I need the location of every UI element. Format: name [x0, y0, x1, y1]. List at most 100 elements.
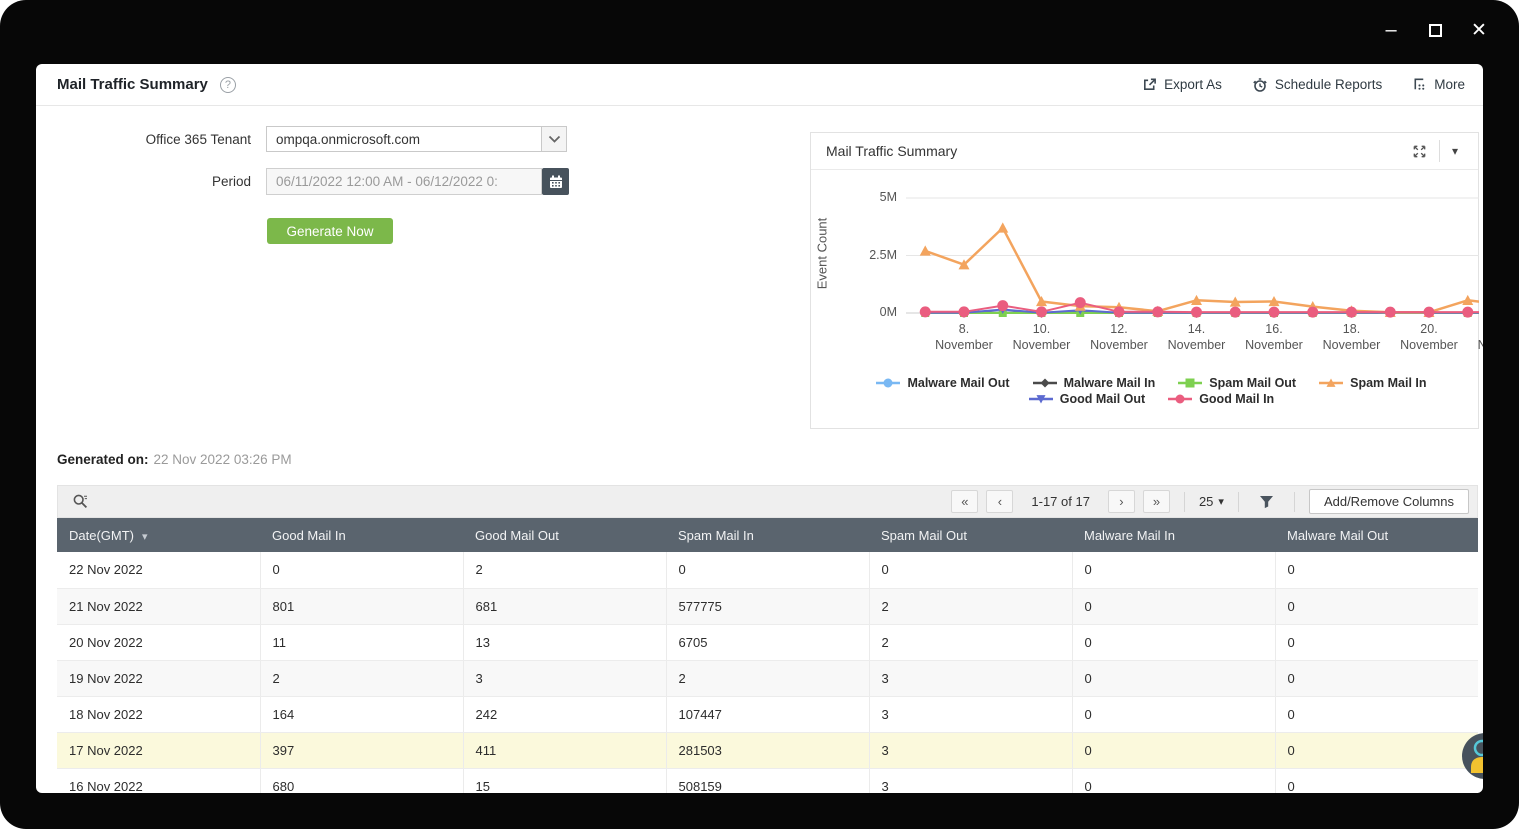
- x-axis-label: 20.November: [1387, 321, 1471, 353]
- line-chart[interactable]: [906, 190, 1479, 325]
- table-row[interactable]: 18 Nov 2022164242107447300: [57, 696, 1478, 732]
- close-button[interactable]: ✕: [1467, 18, 1491, 42]
- sort-caret-icon: ▾: [142, 531, 148, 543]
- table-cell: 16 Nov 2022: [57, 768, 260, 793]
- table-row[interactable]: 19 Nov 2022232300: [57, 660, 1478, 696]
- column-header[interactable]: Spam Mail In: [666, 518, 869, 552]
- chart-legend: Malware Mail Out Malware Mail In Spam Ma…: [851, 376, 1451, 406]
- table-row[interactable]: 17 Nov 2022397411281503300: [57, 732, 1478, 768]
- table-cell: 107447: [666, 696, 869, 732]
- report-header: Mail Traffic Summary ? Export As Schedul…: [36, 64, 1483, 106]
- legend-item[interactable]: Good Mail Out: [1028, 392, 1145, 406]
- table-cell: 0: [1072, 732, 1275, 768]
- legend-item[interactable]: Malware Mail Out: [875, 376, 1009, 390]
- period-label: Period: [91, 174, 251, 189]
- expand-icon: [1412, 144, 1427, 159]
- more-button[interactable]: More: [1412, 77, 1465, 92]
- table-cell: 0: [1275, 660, 1478, 696]
- generated-on-value: 22 Nov 2022 03:26 PM: [154, 452, 292, 467]
- export-icon: [1142, 77, 1157, 92]
- legend-label: Malware Mail In: [1064, 376, 1156, 390]
- period-input[interactable]: 06/11/2022 12:00 AM - 06/12/2022 0:: [266, 168, 542, 195]
- pagination-next-button[interactable]: ›: [1108, 490, 1135, 513]
- x-axis-label: 12.November: [1077, 321, 1161, 353]
- chart-menu-button[interactable]: ▾: [1442, 140, 1468, 162]
- table-cell: 21 Nov 2022: [57, 588, 260, 624]
- chart-expand-button[interactable]: [1402, 140, 1437, 163]
- alarm-clock-icon: [1252, 77, 1268, 93]
- pagination-range: 1-17 of 17: [1031, 494, 1090, 509]
- column-header[interactable]: Malware Mail Out: [1275, 518, 1478, 552]
- x-axis-label: 10.November: [1000, 321, 1084, 353]
- table-cell: 3: [869, 732, 1072, 768]
- table-cell: 0: [1072, 552, 1275, 588]
- pagination-prev-button[interactable]: ‹: [986, 490, 1013, 513]
- table-cell: 3: [869, 660, 1072, 696]
- table-row[interactable]: 20 Nov 202211136705200: [57, 624, 1478, 660]
- legend-marker-icon: [1318, 377, 1344, 389]
- window-frame: – ✕ Mail Traffic Summary ? Export As Sch…: [0, 0, 1519, 829]
- table-cell: 2: [869, 624, 1072, 660]
- table-row[interactable]: 21 Nov 2022801681577775200: [57, 588, 1478, 624]
- export-as-button[interactable]: Export As: [1142, 77, 1222, 92]
- page-size-dropdown[interactable]: 25 ▾: [1199, 494, 1224, 509]
- legend-item[interactable]: Good Mail In: [1167, 392, 1274, 406]
- search-button[interactable]: [66, 489, 95, 514]
- table-cell: 242: [463, 696, 666, 732]
- table-cell: 3: [869, 768, 1072, 793]
- pagination-last-button[interactable]: »: [1143, 490, 1170, 513]
- legend-marker-icon: [1167, 393, 1193, 405]
- column-header[interactable]: Good Mail Out: [463, 518, 666, 552]
- column-header[interactable]: Good Mail In: [260, 518, 463, 552]
- table-cell: 281503: [666, 732, 869, 768]
- table-cell: 15: [463, 768, 666, 793]
- column-header[interactable]: Spam Mail Out: [869, 518, 1072, 552]
- generate-now-button[interactable]: Generate Now: [267, 218, 393, 244]
- table-row[interactable]: 16 Nov 202268015508159300: [57, 768, 1478, 793]
- table-cell: 680: [260, 768, 463, 793]
- schedule-reports-label: Schedule Reports: [1275, 77, 1382, 92]
- divider: [1184, 492, 1185, 512]
- y-axis-tick: 5M: [839, 190, 897, 204]
- add-remove-columns-button[interactable]: Add/Remove Columns: [1309, 489, 1469, 514]
- table-cell: 397: [260, 732, 463, 768]
- x-axis-label: 16.November: [1232, 321, 1316, 353]
- minimize-button[interactable]: –: [1379, 18, 1403, 42]
- legend-item[interactable]: Malware Mail In: [1032, 376, 1156, 390]
- table-cell: 0: [1072, 588, 1275, 624]
- filter-button[interactable]: [1253, 493, 1280, 511]
- app-window: Mail Traffic Summary ? Export As Schedul…: [36, 64, 1483, 793]
- legend-marker-icon: [1032, 377, 1058, 389]
- tenant-select-caret[interactable]: [542, 126, 567, 152]
- table-cell: 411: [463, 732, 666, 768]
- column-header[interactable]: Date(GMT)▾: [57, 518, 260, 552]
- table-cell: 13: [463, 624, 666, 660]
- x-axis-label: 18.November: [1310, 321, 1394, 353]
- pagination-first-button[interactable]: «: [951, 490, 978, 513]
- table-cell: 164: [260, 696, 463, 732]
- legend-item[interactable]: Spam Mail Out: [1177, 376, 1296, 390]
- tenant-select[interactable]: ompqa.onmicrosoft.com: [266, 126, 542, 152]
- calendar-button[interactable]: [542, 168, 569, 195]
- legend-marker-icon: [1177, 377, 1203, 389]
- help-icon[interactable]: ?: [220, 77, 236, 93]
- divider: [1294, 492, 1295, 512]
- table-cell: 22 Nov 2022: [57, 552, 260, 588]
- table-cell: 2: [869, 588, 1072, 624]
- legend-label: Good Mail Out: [1060, 392, 1145, 406]
- table-row[interactable]: 22 Nov 2022020000: [57, 552, 1478, 588]
- table-cell: 0: [1072, 624, 1275, 660]
- schedule-reports-button[interactable]: Schedule Reports: [1252, 77, 1382, 93]
- y-axis-title: Event Count: [814, 188, 830, 318]
- export-as-label: Export As: [1164, 77, 1222, 92]
- table-cell: 6705: [666, 624, 869, 660]
- table-cell: 2: [666, 660, 869, 696]
- table-cell: 2: [463, 552, 666, 588]
- caret-down-icon: ▾: [1452, 144, 1458, 158]
- divider: [1238, 492, 1239, 512]
- chart-title: Mail Traffic Summary: [826, 143, 957, 159]
- legend-item[interactable]: Spam Mail In: [1318, 376, 1426, 390]
- maximize-button[interactable]: [1423, 18, 1447, 42]
- table-cell: 0: [666, 552, 869, 588]
- column-header[interactable]: Malware Mail In: [1072, 518, 1275, 552]
